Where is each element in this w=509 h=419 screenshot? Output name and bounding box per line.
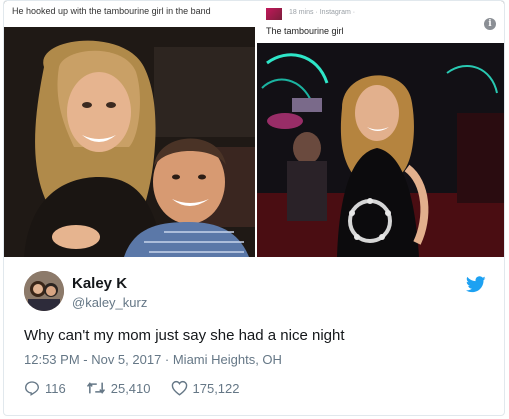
instagram-header: 18 mins · Instagram · The tambourine gir… [257,1,504,43]
photo-left-caption: He hooked up with the tambourine girl in… [12,6,211,16]
retweet-count: 25,410 [110,380,151,396]
avatar-image [24,271,64,311]
avatar[interactable] [24,271,64,311]
tweet-text: Why can't my mom just say she had a nice… [24,327,345,344]
retweet-button[interactable]: 25,410 [86,380,151,396]
instagram-meta: 18 mins · Instagram · [289,9,356,16]
tweet-card[interactable]: He hooked up with the tambourine girl in… [3,0,505,416]
heart-icon [171,380,187,396]
retweet-icon [86,382,105,394]
reply-button[interactable]: 116 [24,380,66,396]
info-icon[interactable]: i [484,18,496,30]
tweet-actions: 116 25,410 175,122 [24,379,260,397]
photo-right-scene [257,43,504,257]
reply-count: 116 [45,380,66,396]
twitter-bird-icon[interactable] [466,276,486,293]
like-count: 175,122 [192,380,240,396]
photo-right[interactable]: 18 mins · Instagram · The tambourine gir… [257,1,504,257]
tambourine-girl-illustration [257,43,504,257]
photo-right-caption: The tambourine girl [266,26,344,36]
photo-left[interactable]: He hooked up with the tambourine girl in… [4,1,255,257]
instagram-thumbnail [266,8,282,20]
photo-left-scene [4,27,255,257]
reply-icon [24,381,40,396]
couple-photo-illustration [4,27,255,257]
display-name[interactable]: Kaley K [72,275,127,292]
like-button[interactable]: 175,122 [171,380,240,396]
user-handle[interactable]: @kaley_kurz [72,295,147,310]
photo-caption-bar: He hooked up with the tambourine girl in… [4,1,255,27]
tweet-timestamp-location[interactable]: 12:53 PM - Nov 5, 2017 · Miami Heights, … [24,352,282,367]
